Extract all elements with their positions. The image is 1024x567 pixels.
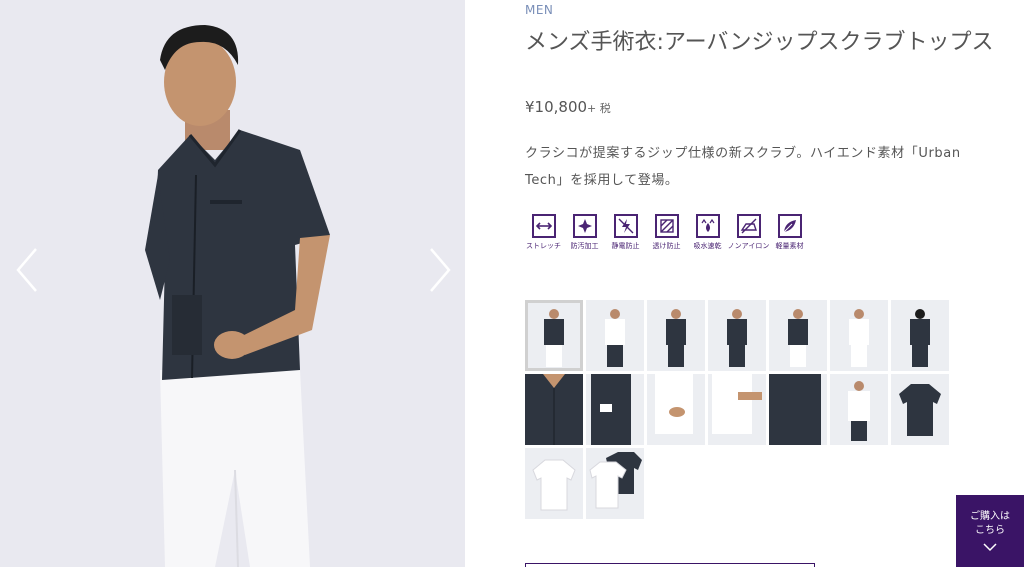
price-value: ¥10,800 — [525, 98, 588, 116]
feature-label: 軽量素材 — [775, 242, 804, 250]
feature-label: ノンアイロン — [727, 242, 770, 250]
thumbnail-11[interactable] — [708, 374, 766, 445]
feature-label: 吸水速乾 — [693, 242, 722, 250]
thumbnail-15[interactable] — [525, 448, 583, 519]
product-category: MEN — [525, 3, 554, 17]
feature-label: 透け防止 — [652, 242, 681, 250]
anti-see-through-icon — [654, 214, 679, 238]
thumbnail-13[interactable] — [830, 374, 888, 445]
thumbnail-12[interactable] — [769, 374, 827, 445]
chevron-right-icon — [430, 248, 451, 292]
feature-label: ストレッチ — [526, 242, 561, 250]
feature-anti-see-through: 透け防止 — [648, 214, 685, 251]
gallery-prev-button[interactable] — [12, 245, 42, 295]
product-description: クラシコが提案するジップ仕様の新スクラブ。ハイエンド素材「Urban Tech」… — [525, 146, 961, 188]
chevron-down-icon — [983, 543, 997, 552]
thumbnail-8[interactable] — [525, 374, 583, 445]
thumbnail-7[interactable] — [891, 300, 949, 371]
thumbnail-14[interactable] — [891, 374, 949, 445]
feature-stretch: ストレッチ — [525, 214, 562, 251]
feature-lightweight: 軽量素材 — [771, 214, 808, 251]
product-title: メンズ手術衣:アーバンジップスクラブトップス — [525, 30, 994, 55]
quick-dry-icon — [695, 214, 720, 238]
antistatic-icon — [613, 214, 638, 238]
thumbnail-16[interactable] — [586, 448, 644, 519]
chevron-left-icon — [16, 248, 37, 292]
non-iron-icon — [736, 214, 761, 238]
gallery-next-button[interactable] — [425, 245, 455, 295]
price-tax: + 税 — [587, 102, 611, 115]
thumbnail-2[interactable] — [586, 300, 644, 371]
model-photo — [0, 0, 465, 567]
feature-icons: ストレッチ 防汚加工 静電防止 透け防止 吸水速乾 ノンアイロン 軽量素材 — [525, 214, 808, 251]
feature-label: 静電防止 — [611, 242, 640, 250]
purchase-label-line2: こちら — [975, 525, 1005, 536]
thumbnail-9[interactable] — [586, 374, 644, 445]
thumbnail-4[interactable] — [708, 300, 766, 371]
size-select-box[interactable] — [525, 563, 815, 567]
thumbnail-1[interactable] — [525, 300, 583, 371]
feature-antistatic: 静電防止 — [607, 214, 644, 251]
feature-stain-resistant: 防汚加工 — [566, 214, 603, 251]
purchase-label-line1: ご購入は — [970, 511, 1010, 522]
product-price: ¥10,800+ 税 — [525, 98, 611, 116]
stain-resistant-icon — [572, 214, 597, 238]
feature-non-iron: ノンアイロン — [727, 214, 770, 251]
stretch-icon — [531, 214, 556, 238]
thumbnail-10[interactable] — [647, 374, 705, 445]
feature-label: 防汚加工 — [570, 242, 599, 250]
product-hero-image — [0, 0, 465, 567]
thumbnail-3[interactable] — [647, 300, 705, 371]
thumbnail-5[interactable] — [769, 300, 827, 371]
lightweight-icon — [777, 214, 802, 238]
feature-quick-dry: 吸水速乾 — [689, 214, 726, 251]
purchase-button[interactable]: ご購入は こちら — [956, 495, 1024, 567]
thumbnail-6[interactable] — [830, 300, 888, 371]
